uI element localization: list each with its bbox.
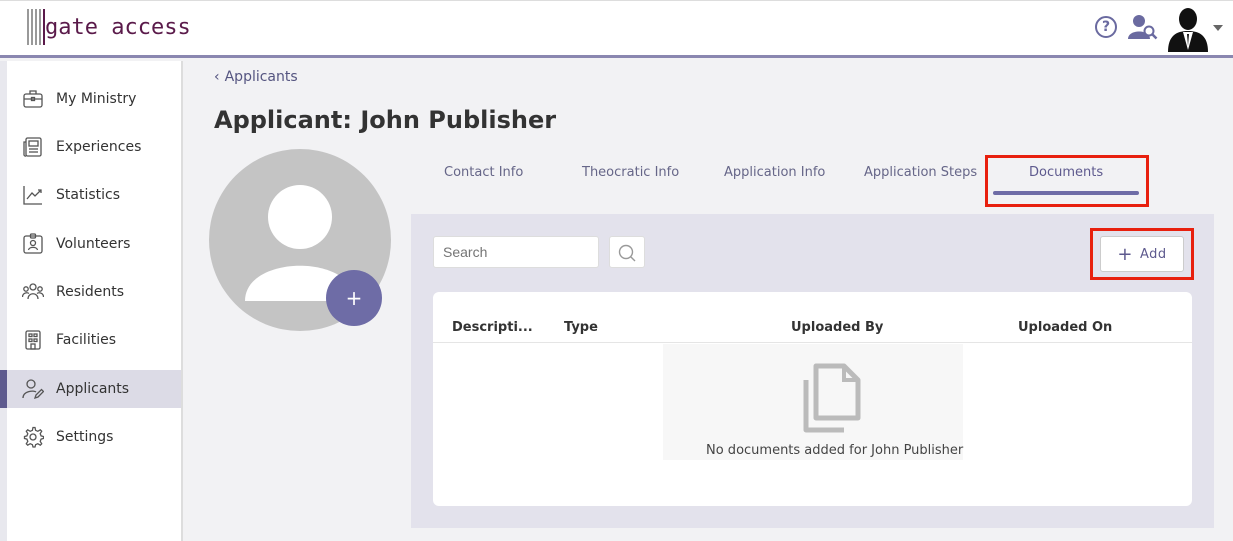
sidebar-item-label: Volunteers: [56, 236, 131, 252]
building-icon: [25, 330, 41, 350]
sidebar-item-applicants[interactable]: Applicants: [0, 370, 181, 408]
logo-bars-icon: [27, 9, 47, 45]
user-edit-icon: [22, 379, 44, 400]
app-logo[interactable]: gate access: [27, 9, 191, 45]
user-search-icon[interactable]: [1128, 14, 1158, 40]
gear-icon: [23, 426, 44, 448]
column-header-uploaded-on[interactable]: Uploaded On: [1018, 320, 1112, 335]
sidebar-item-statistics[interactable]: Statistics: [7, 176, 181, 214]
table-header-divider: [433, 342, 1192, 343]
tab-theocratic-info[interactable]: Theocratic Info: [582, 165, 679, 180]
newspaper-icon: [23, 137, 42, 157]
sidebar-item-my-ministry[interactable]: My Ministry: [7, 80, 181, 118]
sidebar-item-label: Facilities: [56, 332, 116, 348]
sidebar-item-experiences[interactable]: Experiences: [7, 128, 181, 166]
breadcrumb-back-link[interactable]: ‹ Applicants: [214, 69, 298, 85]
id-badge-icon: [23, 233, 43, 254]
caret-down-icon[interactable]: [1213, 25, 1223, 31]
column-header-type[interactable]: Type: [564, 320, 598, 335]
breadcrumb-label: Applicants: [224, 69, 298, 85]
column-header-uploaded-by[interactable]: Uploaded By: [791, 320, 883, 335]
help-icon[interactable]: ?: [1095, 16, 1117, 38]
people-icon: [22, 283, 44, 300]
tab-contact-info[interactable]: Contact Info: [444, 165, 523, 180]
add-photo-button[interactable]: +: [326, 270, 382, 326]
sidebar-item-residents[interactable]: Residents: [7, 273, 181, 311]
tab-application-info[interactable]: Application Info: [724, 165, 825, 180]
chart-icon: [23, 186, 42, 205]
tab-application-steps[interactable]: Application Steps: [864, 165, 977, 180]
avatar[interactable]: [1166, 6, 1210, 52]
highlight-box-add-button: [1090, 228, 1194, 280]
search-button[interactable]: [609, 236, 645, 268]
sidebar-item-settings[interactable]: Settings: [7, 418, 181, 456]
search-input[interactable]: [433, 236, 599, 268]
briefcase-icon: [23, 90, 43, 108]
logo-text: gate access: [45, 14, 191, 40]
sidebar-item-label: My Ministry: [56, 91, 137, 107]
sidebar: My Ministry Experiences Statistics Volun…: [0, 61, 183, 541]
highlight-box-documents-tab: [985, 155, 1149, 207]
sidebar-item-label: Applicants: [56, 381, 130, 397]
empty-state-message: No documents added for John Publisher: [706, 443, 964, 458]
sidebar-item-label: Residents: [56, 284, 125, 300]
sidebar-item-volunteers[interactable]: Volunteers: [7, 225, 181, 263]
sidebar-item-facilities[interactable]: Facilities: [7, 321, 181, 359]
sidebar-strip: [0, 61, 7, 541]
chevron-left-icon: ‹: [214, 69, 220, 85]
page-title: Applicant: John Publisher: [214, 106, 557, 134]
search-icon: [618, 244, 636, 262]
documents-icon: [803, 363, 861, 433]
sidebar-item-label: Experiences: [56, 139, 142, 155]
sidebar-item-label: Settings: [56, 429, 114, 445]
top-header: gate access ?: [0, 0, 1233, 58]
sidebar-item-label: Statistics: [56, 187, 120, 203]
column-header-description[interactable]: Descripti...: [452, 320, 533, 335]
